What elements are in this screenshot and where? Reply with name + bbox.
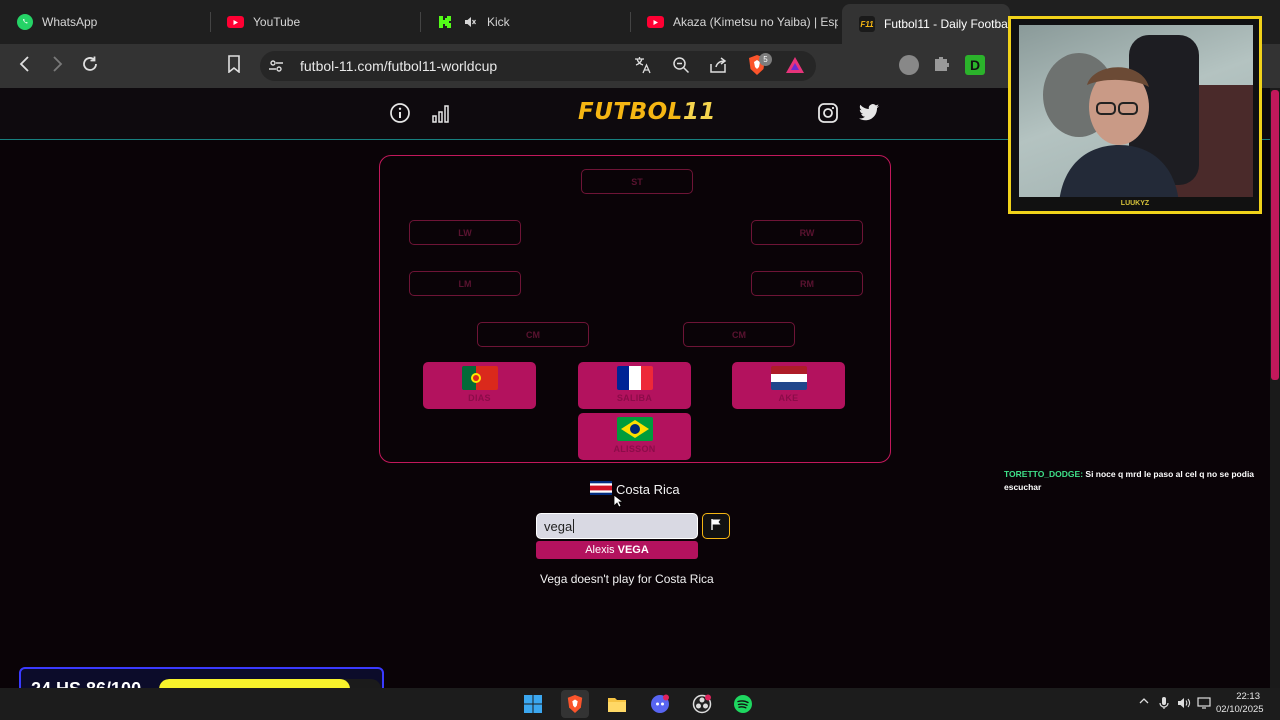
instagram-icon[interactable] (817, 102, 839, 124)
tab-futbol11[interactable]: F11 Futbol11 - Daily Football Gam (842, 4, 1010, 44)
chat-username: TORETTO_DODGE: (1004, 469, 1084, 479)
whatsapp-icon (17, 14, 33, 30)
player-name: AKE (778, 393, 799, 403)
twitter-icon[interactable] (858, 102, 880, 124)
system-clock[interactable]: 22:13 02/10/2025 (1216, 690, 1264, 716)
futbol11-icon: F11 (859, 16, 875, 32)
player-name: SALIBA (616, 393, 653, 403)
reload-button[interactable] (78, 54, 102, 78)
tray-overflow-icon[interactable] (1139, 696, 1149, 709)
shields-count-badge: 5 (759, 53, 772, 66)
clock-date: 02/10/2025 (1216, 704, 1264, 715)
country-name: Costa Rica (616, 482, 680, 497)
tab-whatsapp[interactable]: WhatsApp (0, 0, 210, 44)
result-message: Vega doesn't play for Costa Rica (540, 572, 714, 586)
tab-akaza[interactable]: Akaza (Kimetsu no Yaiba) | Espíritu d (630, 0, 840, 44)
brave-browser-icon[interactable] (561, 690, 589, 718)
discord-icon[interactable] (646, 690, 674, 718)
slot-rw[interactable]: RW (751, 220, 863, 245)
extension-puzzle-icon[interactable] (933, 55, 951, 78)
flag-icon (710, 517, 722, 535)
slot-rm[interactable]: RM (751, 271, 863, 296)
bookmark-button[interactable] (222, 54, 246, 78)
player-card-saliba[interactable]: SALIBA (578, 362, 691, 409)
brave-rewards-icon[interactable] (785, 56, 805, 79)
info-icon[interactable] (389, 102, 411, 124)
suggestion-item[interactable]: Alexis VEGA (536, 541, 698, 559)
muted-speaker-icon[interactable] (462, 14, 478, 30)
logo-number: 11 (682, 99, 716, 125)
webcam-overlay: LUUKYZ (1008, 16, 1262, 214)
share-icon[interactable] (709, 56, 727, 79)
d-extension-icon[interactable]: D (965, 55, 985, 75)
windows-start-icon[interactable] (519, 690, 547, 718)
chat-message: TORETTO_DODGE: Si noce q mrd le paso al … (1004, 468, 1266, 494)
tab-label: WhatsApp (42, 15, 98, 29)
brazil-flag-icon (616, 417, 653, 441)
chevron-left-icon (18, 55, 32, 77)
text-caret (573, 519, 575, 533)
futbol11-logo[interactable]: FUTBOL11 (578, 99, 716, 125)
site-settings-icon[interactable] (268, 58, 284, 79)
forward-button[interactable] (45, 54, 69, 78)
chevron-right-icon (50, 55, 64, 77)
youtube-icon (647, 16, 664, 28)
mouse-cursor-icon (613, 494, 625, 513)
slot-cm-right[interactable]: CM (683, 322, 795, 347)
volume-icon[interactable] (1177, 696, 1191, 713)
slot-lm[interactable]: LM (409, 271, 521, 296)
tab-label: YouTube (253, 15, 301, 29)
network-icon[interactable] (1197, 696, 1211, 713)
logo-text: FUTBOL (578, 99, 683, 125)
tab-label: Futbol11 - Daily Football Gam (884, 17, 1010, 31)
slot-st[interactable]: ST (581, 169, 693, 194)
tab-kick[interactable]: Kick (420, 0, 630, 44)
slot-cm-left[interactable]: CM (477, 322, 589, 347)
clock-time: 22:13 (1236, 691, 1260, 702)
stats-icon[interactable] (430, 102, 452, 124)
player-card-dias[interactable]: DIAS (423, 362, 536, 409)
file-explorer-icon[interactable] (603, 690, 631, 718)
tab-label: Akaza (Kimetsu no Yaiba) | Espíritu d (673, 15, 838, 29)
kick-icon (437, 14, 453, 30)
france-flag-icon (616, 366, 653, 390)
webcam-feed (1019, 25, 1253, 203)
slot-lw[interactable]: LW (409, 220, 521, 245)
microphone-icon[interactable] (1158, 696, 1170, 713)
zoom-out-icon[interactable] (672, 56, 690, 79)
player-card-ake[interactable]: AKE (732, 362, 845, 409)
bookmark-icon (227, 54, 241, 78)
give-up-button[interactable] (702, 513, 730, 539)
obs-icon[interactable] (688, 690, 716, 718)
url-text[interactable]: futbol-11.com/futbol11-worldcup (300, 58, 497, 74)
input-value: vega (544, 518, 573, 534)
player-name: DIAS (468, 393, 491, 403)
spotify-icon[interactable] (729, 690, 757, 718)
suggestion-first-name: Alexis (585, 544, 618, 556)
player-name: ALISSON (613, 444, 656, 454)
player-search-input[interactable]: vega (536, 513, 698, 539)
translate-icon[interactable] (634, 56, 652, 79)
profile-extension-icon[interactable] (899, 55, 919, 75)
target-country: Costa Rica (590, 481, 680, 498)
tab-youtube[interactable]: YouTube (210, 0, 420, 44)
back-button[interactable] (13, 54, 37, 78)
reload-icon (81, 55, 99, 78)
webcam-name-tag: LUUKYZ (1011, 197, 1259, 211)
youtube-icon (227, 16, 244, 28)
scrollbar-thumb[interactable] (1271, 90, 1279, 380)
windows-taskbar (0, 688, 1280, 720)
player-card-alisson[interactable]: ALISSON (578, 413, 691, 460)
netherlands-flag-icon (770, 366, 807, 390)
portugal-flag-icon (461, 366, 498, 390)
suggestion-last-name: VEGA (617, 544, 649, 556)
tab-label: Kick (487, 15, 510, 29)
costa-rica-flag-icon (590, 481, 612, 498)
